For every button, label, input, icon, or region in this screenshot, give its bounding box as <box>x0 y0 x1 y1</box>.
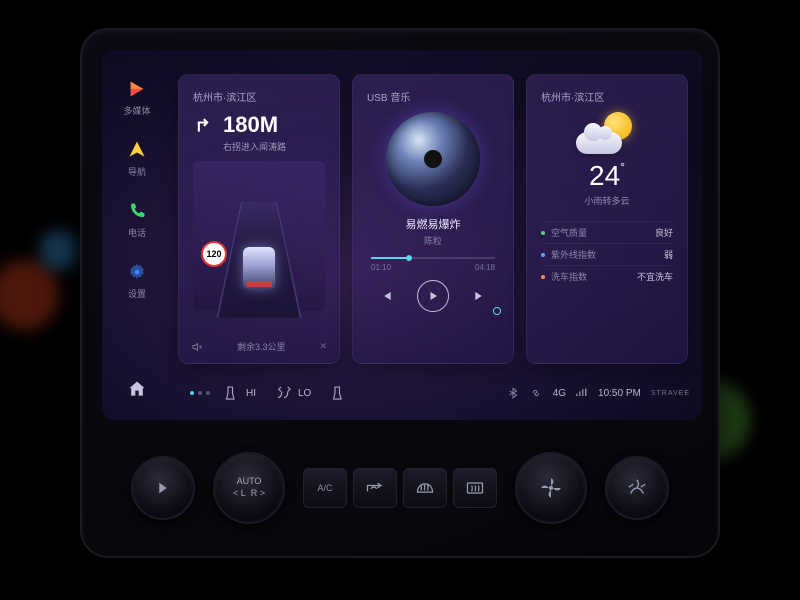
infotainment-unit: 多媒体 导航 电话 设置 <box>80 28 720 558</box>
rear-defrost-button[interactable] <box>453 468 497 508</box>
time-total: 04:18 <box>475 263 495 272</box>
airflow-control[interactable]: LO <box>274 384 311 402</box>
turn-right-icon <box>193 115 213 135</box>
weather-card[interactable]: 杭州市·滨江区 24° 小雨转多云 空气质量 良好 紫外线指数 弱 <box>526 74 688 364</box>
weather-location: 杭州市·滨江区 <box>541 89 673 104</box>
airflow-icon <box>274 384 292 402</box>
nav-card[interactable]: 杭州市·滨江区 180M 右拐进入闻涛路 120 <box>178 74 340 364</box>
sidebar-item-label: 导航 <box>128 165 146 178</box>
bluetooth-icon <box>507 387 519 399</box>
power-play-dial[interactable] <box>131 456 195 520</box>
fan-dial[interactable] <box>515 452 587 524</box>
sidebar-item-home[interactable] <box>126 378 148 400</box>
sidebar-item-media[interactable]: 多媒体 <box>123 78 150 117</box>
phone-icon <box>126 200 148 222</box>
progress-bar[interactable] <box>371 257 495 259</box>
weather-metrics: 空气质量 良好 紫外线指数 弱 洗车指数 不宜洗车 <box>541 221 673 287</box>
clock: 10:50 PM <box>598 388 641 399</box>
play-button[interactable] <box>417 280 449 312</box>
ac-button[interactable]: A/C <box>303 468 347 508</box>
music-source: USB 音乐 <box>367 89 499 104</box>
sidebar-item-settings[interactable]: 设置 <box>126 261 148 300</box>
sidebar-item-nav[interactable]: 导航 <box>126 139 148 178</box>
status-bar: HI LO 4G <box>178 376 690 410</box>
weather-condition: 小雨转多云 <box>541 194 673 207</box>
music-card[interactable]: USB 音乐 易燃易爆炸 陈粒 01:10 04:18 <box>352 74 514 364</box>
card-row: 杭州市·滨江区 180M 右拐进入闻涛路 120 <box>178 74 688 364</box>
song-title: 易燃易爆炸 <box>367 216 499 232</box>
nav-mute-button[interactable] <box>191 341 203 353</box>
source-indicator-icon <box>493 307 501 315</box>
next-button[interactable] <box>473 289 487 303</box>
rear-defrost-icon <box>465 480 485 496</box>
seat-heat-right[interactable] <box>329 384 347 402</box>
nav-street: 右拐进入闻涛路 <box>223 140 325 153</box>
page-indicator[interactable] <box>190 391 210 395</box>
nav-icon <box>126 139 148 161</box>
weather-row: 紫外线指数 弱 <box>541 243 673 265</box>
recirc-button[interactable] <box>353 468 397 508</box>
seat-icon <box>222 384 240 402</box>
sidebar-item-label: 设置 <box>128 287 146 300</box>
time-elapsed: 01:10 <box>371 263 391 272</box>
prev-button[interactable] <box>379 289 393 303</box>
front-defrost-icon <box>415 480 435 496</box>
recirc-icon <box>365 481 385 495</box>
weather-row: 空气质量 良好 <box>541 221 673 243</box>
song-artist: 陈粒 <box>367 234 499 247</box>
nav-location: 杭州市·滨江区 <box>193 89 325 104</box>
signal-label: 4G <box>553 388 566 399</box>
nav-close-button[interactable]: ✕ <box>319 341 327 352</box>
front-defrost-button[interactable] <box>403 468 447 508</box>
sidebar-item-label: 多媒体 <box>123 104 150 117</box>
seat-heat-left[interactable]: HI <box>222 384 256 402</box>
weather-icon <box>576 112 638 154</box>
nav-map-preview: 120 <box>193 161 325 311</box>
media-icon <box>126 78 148 100</box>
climate-dial-right[interactable] <box>605 456 669 520</box>
nav-distance: 180M <box>223 112 278 138</box>
touchscreen: 多媒体 导航 电话 设置 <box>102 50 702 420</box>
sidebar: 多媒体 导航 电话 设置 <box>102 50 172 420</box>
seat-icon <box>329 384 347 402</box>
sidebar-item-phone[interactable]: 电话 <box>126 200 148 239</box>
seat-temp-left: HI <box>246 388 256 399</box>
vehicle-icon <box>243 247 275 289</box>
home-icon <box>126 378 148 400</box>
link-icon <box>529 387 543 399</box>
physical-controls: AUTO < L R > A/C <box>82 434 718 542</box>
climate-button-row: A/C <box>303 468 497 508</box>
weather-row: 洗车指数 不宜洗车 <box>541 265 673 287</box>
gear-icon <box>126 261 148 283</box>
signal-icon <box>576 388 588 398</box>
nav-remaining: 剩余3.3公里 <box>237 340 286 353</box>
temperature: 24° <box>541 160 673 192</box>
sidebar-item-label: 电话 <box>128 226 146 239</box>
brand-label: STRAVEE <box>651 390 690 397</box>
seat-temp-right: LO <box>298 388 311 399</box>
climate-dial-left[interactable]: AUTO < L R > <box>213 452 285 524</box>
album-art <box>386 112 480 206</box>
speed-limit-badge: 120 <box>201 241 227 267</box>
